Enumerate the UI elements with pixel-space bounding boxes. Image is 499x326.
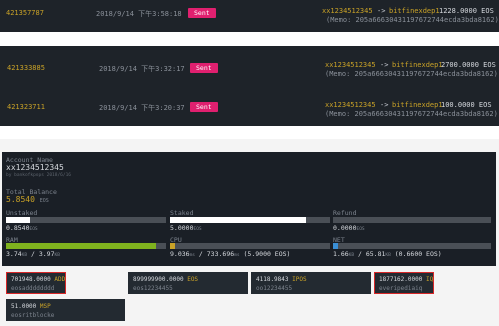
transaction-amount: 2700.0000 EOS xyxy=(441,61,496,69)
account-panel: Account Name xx1234512345 by bankofkpops… xyxy=(2,152,496,266)
transaction-to[interactable]: bitfinexdep1 xyxy=(392,61,443,69)
token-quantity: 51.0000 MSP xyxy=(11,303,51,310)
refund-label: Refund xyxy=(333,209,357,217)
transaction-to[interactable]: bitfinexdep1 xyxy=(389,7,440,15)
total-balance: 5.8540 EOS xyxy=(6,195,49,204)
transaction-from[interactable]: xx1234512345 xyxy=(325,101,376,109)
status-badge: Sent xyxy=(190,63,218,73)
token-contract: everipediaiq xyxy=(379,285,423,292)
net-value: 1.66KB / 65.81KB (0.6600 EOS) xyxy=(333,250,442,258)
transaction-row: 421333885 2018/9/14 下午3:32:17 Sent xx123… xyxy=(0,56,499,100)
ram-value: 3.74KB / 3.97KB xyxy=(6,250,60,258)
transaction-memo: (Memo: 205a66630431197672744ecda3bda8162… xyxy=(325,70,498,78)
account-created: by bankofkpops 2018/6/16 xyxy=(6,173,72,178)
transaction-from[interactable]: xx1234512345 xyxy=(322,7,373,15)
staked-bar xyxy=(170,217,330,223)
token-quantity: 899999900.0000 EOS xyxy=(133,276,199,283)
token-card[interactable]: 51.0000 MSP eosritblocke xyxy=(6,299,125,321)
transaction-row: 421357787 2018/9/14 下午3:58:18 Sent xx123… xyxy=(0,1,499,45)
transaction-time: 2018/9/14 下午3:20:37 xyxy=(99,104,185,112)
token-quantity: 4118.9843 IPOS xyxy=(256,276,307,283)
token-quantity: 1877162.0000 IQ xyxy=(379,276,434,283)
transaction-time: 2018/9/14 下午3:58:18 xyxy=(96,10,182,18)
ram-bar xyxy=(6,243,166,249)
transaction-time: 2018/9/14 下午3:32:17 xyxy=(99,65,185,73)
token-contract: eosadddddddd xyxy=(11,285,55,292)
unstaked-label: Unstaked xyxy=(6,209,38,217)
unstaked-value: 0.8540EOS xyxy=(6,224,38,232)
transaction-memo: (Memo: 205a66630431197672744ecda3bda8162… xyxy=(325,110,498,118)
token-card[interactable]: 1877162.0000 IQ everipediaiq xyxy=(374,272,434,294)
transaction-id-link[interactable]: 421333885 xyxy=(7,64,45,72)
token-contract: oo12234455 xyxy=(256,285,293,292)
cpu-bar xyxy=(170,243,330,249)
transaction-arrow: -> xyxy=(380,61,389,69)
token-quantity: 701948.0000 ADD xyxy=(11,276,66,283)
transaction-id-link[interactable]: 421357787 xyxy=(6,9,44,17)
token-contract: eosritblocke xyxy=(11,312,55,319)
transaction-amount: 1228.0000 EOS xyxy=(439,7,494,15)
transaction-row: 421323711 2018/9/14 下午3:20:37 Sent xx123… xyxy=(0,95,499,139)
transaction-arrow: -> xyxy=(380,101,389,109)
transaction-from[interactable]: xx1234512345 xyxy=(325,61,376,69)
account-name: xx1234512345 xyxy=(6,163,64,172)
staked-label: Staked xyxy=(170,209,194,217)
transaction-amount: 100.0000 EOS xyxy=(441,101,492,109)
unstaked-bar xyxy=(6,217,166,223)
net-bar xyxy=(333,243,491,249)
transaction-memo: (Memo: 205a66630431197672744ecda3bda8162… xyxy=(326,16,499,24)
staked-value: 5.0000EOS xyxy=(170,224,202,232)
transaction-to[interactable]: bitfinexdep1 xyxy=(392,101,443,109)
cpu-value: 9.036ms / 733.696ms (5.9000 EOS) xyxy=(170,250,291,258)
status-badge: Sent xyxy=(188,8,216,18)
token-card[interactable]: 4118.9843 IPOS oo12234455 xyxy=(251,272,371,294)
transaction-arrow: -> xyxy=(377,7,386,15)
status-badge: Sent xyxy=(190,102,218,112)
token-card[interactable]: 899999900.0000 EOS eos12234455 xyxy=(128,272,248,294)
token-contract: eos12234455 xyxy=(133,285,173,292)
transaction-id-link[interactable]: 421323711 xyxy=(7,103,45,111)
refund-value: 0.0000EOS xyxy=(333,224,365,232)
refund-bar xyxy=(333,217,491,223)
token-card[interactable]: 701948.0000 ADD eosadddddddd xyxy=(6,272,66,294)
